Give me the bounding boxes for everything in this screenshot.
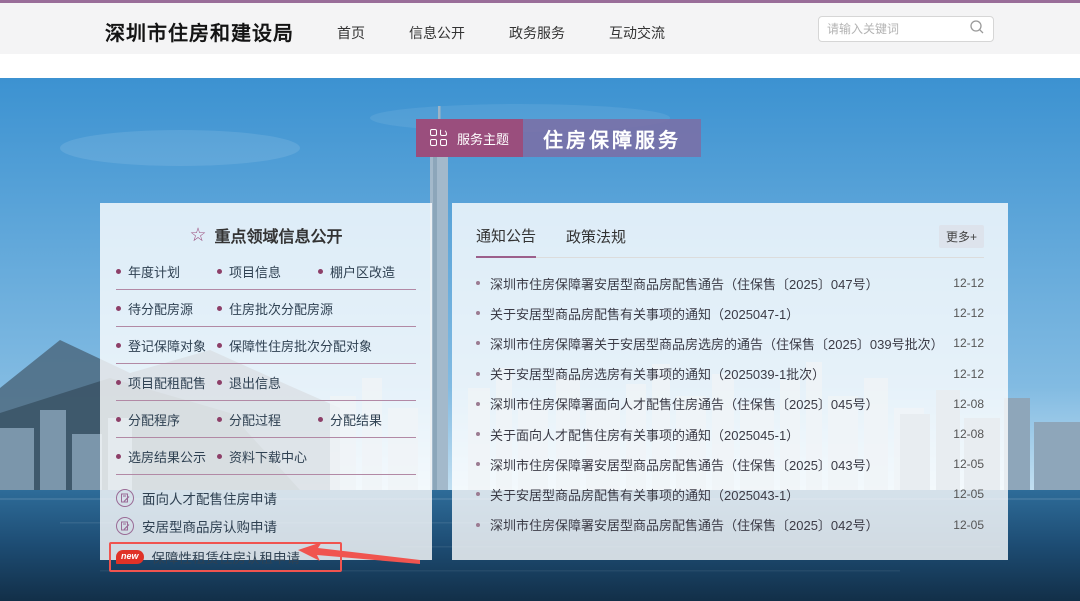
star-icon: ☆: [189, 226, 206, 245]
link-allocation-process[interactable]: 分配过程: [217, 410, 316, 429]
news-item[interactable]: 深圳市住房保障署安居型商品房配售通告（住保售〔2025〕043号）12-05: [476, 449, 984, 479]
link-row: 登记保障对象 保障性住房批次分配对象: [116, 327, 416, 363]
tab-policies[interactable]: 政策法规: [566, 226, 626, 257]
bullet-icon: [217, 269, 222, 274]
nav-government-services[interactable]: 政务服务: [509, 23, 565, 43]
link-row: 待分配房源 住房批次分配房源: [116, 290, 416, 326]
notice-panel: 通知公告 政策法规 更多+ 深圳市住房保障署安居型商品房配售通告（住保售〔202…: [452, 203, 1008, 560]
bullet-icon: [476, 281, 480, 285]
news-item[interactable]: 深圳市住房保障署关于安居型商品房选房的通告（住保售〔2025〕039号批次）12…: [476, 328, 984, 358]
link-pending-housing[interactable]: 待分配房源: [116, 299, 215, 318]
service-theme-label-wrap: 服务主题: [416, 119, 523, 157]
news-list: 深圳市住房保障署安居型商品房配售通告（住保售〔2025〕047号）12-12 关…: [476, 268, 984, 540]
bullet-icon: [116, 454, 121, 459]
link-allocation-result[interactable]: 分配结果: [318, 410, 382, 429]
nav-info-disclosure[interactable]: 信息公开: [409, 23, 465, 43]
link-row: 年度计划 项目信息 棚户区改造: [116, 253, 416, 289]
news-item[interactable]: 关于面向人才配售住房有关事项的通知（2025045-1）12-08: [476, 419, 984, 449]
link-annual-plan[interactable]: 年度计划: [116, 262, 215, 281]
news-item[interactable]: 关于安居型商品房配售有关事项的通知（2025043-1）12-05: [476, 479, 984, 509]
link-project-rent-sale[interactable]: 项目配租配售: [116, 373, 215, 392]
apply-talent-housing[interactable]: 面向人才配售住房申请: [116, 484, 416, 512]
news-item[interactable]: 关于安居型商品房选房有关事项的通知（2025039-1批次）12-12: [476, 359, 984, 389]
grid-icon: [430, 129, 448, 147]
annotation-highlight-box: new 保障性租赁住房认租申请: [109, 542, 342, 572]
page-title: 住房保障服务: [523, 119, 701, 157]
bullet-icon: [217, 343, 222, 348]
link-registered-targets[interactable]: 登记保障对象: [116, 336, 215, 355]
apply-doc-icon: [116, 489, 134, 507]
link-row: 分配程序 分配过程 分配结果: [116, 401, 416, 437]
link-project-info[interactable]: 项目信息: [217, 262, 316, 281]
site-header: 深圳市住房和建设局 首页 信息公开 政务服务 互动交流: [0, 3, 1080, 54]
new-badge-icon: new: [116, 550, 144, 564]
service-theme-badge: 服务主题 住房保障服务: [416, 119, 701, 157]
search-icon[interactable]: [969, 19, 985, 40]
bullet-icon: [116, 306, 121, 311]
notice-tabs: 通知公告 政策法规 更多+: [476, 203, 984, 258]
bullet-icon: [116, 343, 121, 348]
service-theme-label: 服务主题: [457, 129, 509, 148]
main-nav: 首页 信息公开 政务服务 互动交流: [337, 23, 665, 43]
link-allocation-procedure[interactable]: 分配程序: [116, 410, 215, 429]
page: 深圳市住房和建设局 首页 信息公开 政务服务 互动交流: [0, 0, 1080, 601]
apply-rental-housing[interactable]: new 保障性租赁住房认租申请: [116, 547, 300, 567]
search-input[interactable]: [827, 22, 969, 36]
bullet-icon: [476, 523, 480, 527]
bullet-icon: [217, 306, 222, 311]
more-button[interactable]: 更多+: [939, 225, 984, 248]
link-row: 项目配租配售 退出信息: [116, 364, 416, 400]
news-item[interactable]: 关于安居型商品房配售有关事项的通知（2025047-1）12-12: [476, 298, 984, 328]
link-exit-info[interactable]: 退出信息: [217, 373, 281, 392]
news-item[interactable]: 深圳市住房保障署安居型商品房配售通告（住保售〔2025〕047号）12-12: [476, 268, 984, 298]
nav-home[interactable]: 首页: [337, 23, 365, 43]
bullet-icon: [476, 492, 480, 496]
bullet-icon: [476, 462, 480, 466]
key-info-panel: ☆ 重点领域信息公开 年度计划 项目信息 棚户区改造 待分配房源 住房批次分配房…: [100, 203, 432, 560]
link-row: 选房结果公示 资料下载中心: [116, 438, 416, 474]
bullet-icon: [318, 417, 323, 422]
bullet-icon: [217, 380, 222, 385]
link-shantytown-renewal[interactable]: 棚户区改造: [318, 262, 395, 281]
bullet-icon: [476, 341, 480, 345]
site-logo: 深圳市住房和建设局: [105, 17, 294, 46]
nav-interaction[interactable]: 互动交流: [609, 23, 665, 43]
link-download-center[interactable]: 资料下载中心: [217, 447, 307, 466]
news-item[interactable]: 深圳市住房保障署面向人才配售住房通告（住保售〔2025〕045号）12-08: [476, 389, 984, 419]
bullet-icon: [476, 311, 480, 315]
bullet-icon: [318, 269, 323, 274]
key-info-heading: 重点领域信息公开: [215, 223, 343, 247]
bullet-icon: [476, 372, 480, 376]
search-box[interactable]: [818, 16, 994, 42]
bullet-icon: [116, 380, 121, 385]
link-selection-result[interactable]: 选房结果公示: [116, 447, 215, 466]
news-item[interactable]: 深圳市住房保障署安居型商品房配售通告（住保售〔2025〕042号）12-05: [476, 510, 984, 540]
bullet-icon: [116, 417, 121, 422]
bullet-icon: [116, 269, 121, 274]
apply-doc-icon: [116, 517, 134, 535]
apply-anju-housing[interactable]: 安居型商品房认购申请: [116, 512, 416, 540]
link-batch-allocation-targets[interactable]: 保障性住房批次分配对象: [217, 336, 372, 355]
bullet-icon: [476, 432, 480, 436]
hero-section: 服务主题 住房保障服务 ☆ 重点领域信息公开 年度计划 项目信息 棚户区改造 待…: [0, 78, 1080, 601]
bullet-icon: [217, 417, 222, 422]
link-batch-housing[interactable]: 住房批次分配房源: [217, 299, 333, 318]
key-info-heading-row: ☆ 重点领域信息公开: [116, 223, 416, 247]
bullet-icon: [217, 454, 222, 459]
bullet-icon: [476, 402, 480, 406]
divider: [116, 474, 416, 475]
apply-links: 面向人才配售住房申请 安居型商品房认购申请 new 保障性租赁住房认租申请: [116, 484, 416, 572]
tab-notices[interactable]: 通知公告: [476, 225, 536, 258]
